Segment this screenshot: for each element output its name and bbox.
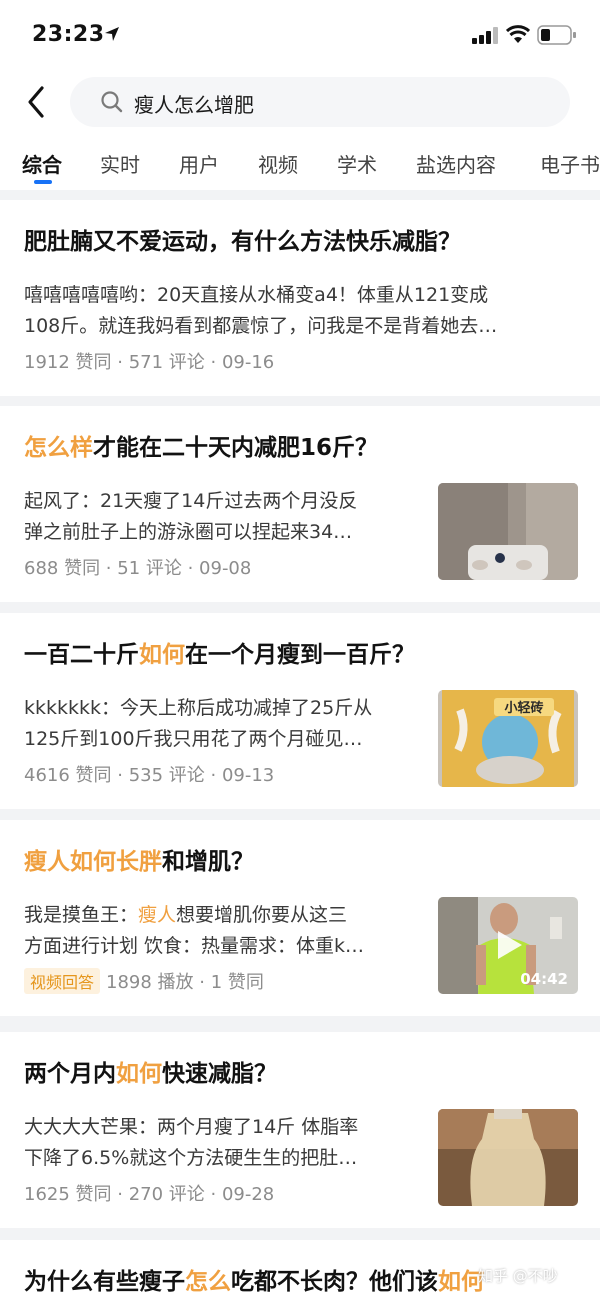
result-excerpt: kkkkkkk：今天上称后成功减掉了25斤从 125斤到100斤我只用花了两个月…: [24, 697, 373, 750]
search-icon: [101, 91, 123, 113]
tab-academic[interactable]: 学术: [337, 149, 377, 178]
tab-ebooks[interactable]: 电子书: [540, 149, 600, 178]
back-arrow-icon[interactable]: [22, 84, 52, 120]
filter-tabs: 综合 实时 用户 视频 学术 盐选内容 电子书: [0, 140, 600, 188]
result-meta: 视频回答 1898 播放 · 1 赞同: [24, 968, 264, 994]
thumbnail-brand-text: 小轻砖: [504, 700, 543, 716]
result-meta: 688 赞同 · 51 评论 · 09-08: [24, 558, 252, 579]
result-card[interactable]: 瘦人如何长胖和增肌？ 我是摸鱼王：瘦人想要增肌你要从这三 方面进行计划 饮食：热…: [0, 820, 600, 1016]
result-meta: 1625 赞同 · 270 评论 · 09-28: [24, 1184, 275, 1205]
cellular-signal-icon: [472, 27, 498, 44]
result-meta: 1912 赞同 · 571 评论 · 09-16: [24, 352, 275, 373]
result-thumbnail[interactable]: [438, 483, 578, 580]
result-card[interactable]: 肥肚腩又不爱运动，有什么方法快乐减脂？ 嘻嘻嘻嘻嘻哟：20天直接从水桶变a4！体…: [0, 200, 600, 396]
location-arrow-icon: [105, 27, 119, 41]
result-meta: 4616 赞同 · 535 评论 · 09-13: [24, 765, 275, 786]
result-excerpt: 我是摸鱼王：瘦人想要增肌你要从这三 方面进行计划 饮食：热量需求：体重k…: [24, 904, 365, 957]
tab-comprehensive[interactable]: 综合: [22, 149, 62, 178]
result-title[interactable]: 两个月内如何快速减脂？: [24, 1058, 584, 1090]
tab-salt-content[interactable]: 盐选内容: [416, 149, 496, 178]
result-card[interactable]: 两个月内如何快速减脂？ 大大大大芒果：两个月瘦了14斤 体脂率 下降了6.5%就…: [0, 1032, 600, 1228]
search-input[interactable]: 瘦人怎么增肥: [134, 89, 254, 118]
result-thumbnail[interactable]: 小轻砖: [438, 690, 578, 787]
result-video-thumbnail[interactable]: 04:42: [438, 897, 578, 994]
status-time: 23:23: [32, 22, 105, 47]
zhihu-watermark: 知乎 @不吵: [478, 1267, 558, 1285]
battery-icon: [537, 25, 576, 45]
search-bar[interactable]: 瘦人怎么增肥: [70, 77, 570, 127]
header: 23:23 瘦人怎么增肥 综合 实时 用户 视频 学术 盐选内容 电子书: [0, 0, 600, 190]
result-title[interactable]: 肥肚腩又不爱运动，有什么方法快乐减脂？: [24, 226, 584, 258]
result-card[interactable]: 一百二十斤如何在一个月瘦到一百斤？ kkkkkkk：今天上称后成功减掉了25斤从…: [0, 613, 600, 809]
result-excerpt: 大大大大芒果：两个月瘦了14斤 体脂率 下降了6.5%就这个方法硬生生的把肚…: [24, 1116, 359, 1169]
play-icon[interactable]: [496, 929, 524, 961]
result-title[interactable]: 瘦人如何长胖和增肌？: [24, 846, 584, 878]
result-title[interactable]: 怎么样才能在二十天内减肥16斤？: [24, 432, 584, 464]
video-duration: 04:42: [520, 970, 568, 988]
tab-videos[interactable]: 视频: [258, 149, 298, 178]
result-card[interactable]: 怎么样才能在二十天内减肥16斤？ 起风了：21天瘦了14斤过去两个月没反 弹之前…: [0, 406, 600, 602]
result-excerpt: 嘻嘻嘻嘻嘻哟：20天直接从水桶变a4！体重从121变成 108斤。就连我妈看到都…: [24, 284, 498, 337]
wifi-icon: [506, 25, 530, 43]
tab-users[interactable]: 用户: [179, 149, 219, 178]
result-title[interactable]: 一百二十斤如何在一个月瘦到一百斤？: [24, 639, 584, 671]
result-thumbnail[interactable]: [438, 1109, 578, 1206]
video-answer-badge: 视频回答: [24, 968, 101, 994]
result-excerpt: 起风了：21天瘦了14斤过去两个月没反 弹之前肚子上的游泳圈可以捏起来34…: [24, 490, 358, 543]
tab-realtime[interactable]: 实时: [100, 149, 140, 178]
status-bar: 23:23: [0, 0, 600, 70]
active-tab-indicator: [34, 180, 52, 184]
